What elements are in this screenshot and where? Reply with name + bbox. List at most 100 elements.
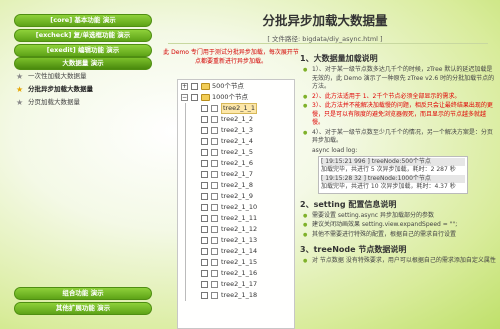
tree-node-child[interactable]: tree2_1_8: [178, 180, 294, 191]
tree-checkbox[interactable]: [201, 204, 208, 211]
tree-node-label[interactable]: tree2_1_3: [221, 125, 253, 136]
submenu-item-diy-async[interactable]: ★ 分批异步加载大数据量: [14, 83, 152, 96]
nav-bigdata-demo[interactable]: 大数据量 演示: [14, 57, 152, 70]
tree-checkbox[interactable]: [191, 83, 198, 90]
tree-node-label[interactable]: tree2_1_15: [221, 257, 257, 268]
tree-connector-line: [185, 224, 186, 235]
tree-checkbox[interactable]: [201, 105, 208, 112]
expand-toggle-icon[interactable]: +: [181, 83, 188, 90]
tree-checkbox[interactable]: [201, 160, 208, 167]
file-icon: [211, 226, 218, 233]
tree-node-child[interactable]: tree2_1_3: [178, 125, 294, 136]
tree-checkbox[interactable]: [201, 127, 208, 134]
bigdata-desc-list: 1）、对于某一级节点数多达几千个的时候，zTree 默认的延迟加载是无效的，此 …: [300, 66, 496, 146]
page-title: 分批异步加载大数据量: [262, 13, 388, 28]
tree-node-label[interactable]: tree2_1_18: [221, 290, 257, 301]
nav-core-demo[interactable]: [core] 基本功能 演示: [14, 14, 152, 27]
tree-checkbox[interactable]: [201, 193, 208, 200]
tree-node-label[interactable]: tree2_1_17: [221, 279, 257, 290]
treenode-desc-list: 对 节点数据 没有特殊要求，用户可以根据自己的需求添加自定义属性: [300, 257, 496, 266]
tree-node-child[interactable]: tree2_1_6: [178, 158, 294, 169]
tree-checkbox[interactable]: [201, 215, 208, 222]
tree-checkbox[interactable]: [201, 171, 208, 178]
tree-node-label[interactable]: tree2_1_2: [221, 114, 253, 125]
tree-node-child[interactable]: tree2_1_7: [178, 169, 294, 180]
tree-connector-line: [185, 235, 186, 246]
tree-node-label[interactable]: tree2_1_14: [221, 246, 257, 257]
star-icon: ★: [16, 72, 24, 81]
tree-checkbox[interactable]: [201, 149, 208, 156]
file-icon: [211, 281, 218, 288]
nav-excheck-demo[interactable]: [excheck] 复/单选框功能 演示: [14, 29, 152, 42]
tree-connector-line: [185, 268, 186, 279]
section-title-2: 2、setting 配置信息说明: [300, 199, 496, 210]
file-icon: [211, 171, 218, 178]
tree-checkbox[interactable]: [201, 138, 208, 145]
tree-node-label[interactable]: tree2_1_9: [221, 191, 253, 202]
file-icon: [211, 292, 218, 299]
tree-node-label[interactable]: tree2_1_1: [221, 103, 257, 114]
tree-node-label[interactable]: tree2_1_11: [221, 213, 257, 224]
tree-checkbox[interactable]: [201, 270, 208, 277]
tree-node-child[interactable]: tree2_1_13: [178, 235, 294, 246]
desc-item: 其他不需要进行特殊的配置，根据自己的需求自行设置: [300, 231, 496, 240]
tree-connector-line: [185, 147, 186, 158]
section-title-1: 1、大数据量加载说明: [300, 53, 496, 64]
tree-node-label[interactable]: tree2_1_4: [221, 136, 253, 147]
tree-node-child[interactable]: tree2_1_15: [178, 257, 294, 268]
submenu-item-page[interactable]: ★ 分页加载大数据量: [14, 96, 152, 109]
async-log-box: [ 19:15:21 996 ] treeNode:500个节点 加载完毕，共进…: [318, 155, 468, 194]
tree-node-child[interactable]: tree2_1_4: [178, 136, 294, 147]
header-divider: [168, 43, 488, 44]
tree-node-child[interactable]: tree2_1_16: [178, 268, 294, 279]
demo-note: 此 Demo 专门用于测试分批异步加载，每次展开节点都要重新进行异步加载。: [163, 49, 299, 65]
tree-node-label[interactable]: tree2_1_5: [221, 147, 253, 158]
tree-checkbox[interactable]: [201, 182, 208, 189]
tree-checkbox[interactable]: [201, 292, 208, 299]
tree-connector-line: [185, 279, 186, 290]
tree-node-child[interactable]: tree2_1_5: [178, 147, 294, 158]
tree-node-label[interactable]: tree2_1_10: [221, 202, 257, 213]
tree-node-child[interactable]: tree2_1_10: [178, 202, 294, 213]
desc-item: 建议关闭动画效果 setting.view.expandSpeed = "";: [300, 221, 496, 230]
folder-open-icon: [201, 94, 210, 101]
tree-checkbox[interactable]: [201, 237, 208, 244]
desc-item: 需要设置 setting.async 异步加载部分的参数: [300, 212, 496, 221]
tree-node-child[interactable]: tree2_1_2: [178, 114, 294, 125]
tree-node-child[interactable]: tree2_1_18: [178, 290, 294, 301]
tree-node-child[interactable]: tree2_1_11: [178, 213, 294, 224]
tree-checkbox[interactable]: [191, 94, 198, 101]
tree-node-root2[interactable]: − 1000个节点: [178, 92, 294, 103]
tree-node-label[interactable]: tree2_1_7: [221, 169, 253, 180]
tree-node-label[interactable]: 1000个节点: [212, 92, 248, 103]
tree-node-label[interactable]: tree2_1_8: [221, 180, 253, 191]
tree-connector-line: [185, 158, 186, 169]
submenu-item-common[interactable]: ★ 一次性加载大数据量: [14, 70, 152, 83]
tree-node-child[interactable]: tree2_1_17: [178, 279, 294, 290]
tree-node-child[interactable]: tree2_1_9: [178, 191, 294, 202]
tree-node-label[interactable]: tree2_1_6: [221, 158, 253, 169]
tree-checkbox[interactable]: [201, 259, 208, 266]
tree-node-label[interactable]: tree2_1_13: [221, 235, 257, 246]
tree-checkbox[interactable]: [201, 281, 208, 288]
tree-checkbox[interactable]: [201, 248, 208, 255]
tree-connector-line: [185, 125, 186, 136]
tree-node-root1[interactable]: + 500个节点: [178, 81, 294, 92]
section-title-text: setting 配置信息说明: [313, 199, 397, 209]
nav-exedit-demo[interactable]: [exedit] 编辑功能 演示: [14, 44, 152, 57]
tree-checkbox[interactable]: [201, 226, 208, 233]
tree-node-child[interactable]: tree2_1_12: [178, 224, 294, 235]
collapse-toggle-icon[interactable]: −: [181, 94, 188, 101]
tree-checkbox[interactable]: [201, 116, 208, 123]
tree-connector-line: [185, 202, 186, 213]
file-icon: [211, 149, 218, 156]
tree-node-child[interactable]: tree2_1_1: [178, 103, 294, 114]
nav-other-demo[interactable]: 其他扩展功能 演示: [14, 302, 152, 315]
tree-node-label[interactable]: 500个节点: [212, 81, 244, 92]
tree-node-label[interactable]: tree2_1_12: [221, 224, 257, 235]
star-icon: ★: [16, 85, 24, 94]
tree-node-label[interactable]: tree2_1_16: [221, 268, 257, 279]
nav-super-demo[interactable]: 组合功能 演示: [14, 287, 152, 300]
tree-node-child[interactable]: tree2_1_14: [178, 246, 294, 257]
left-sidebar: [core] 基本功能 演示 [excheck] 复/单选框功能 演示 [exe…: [4, 0, 152, 329]
